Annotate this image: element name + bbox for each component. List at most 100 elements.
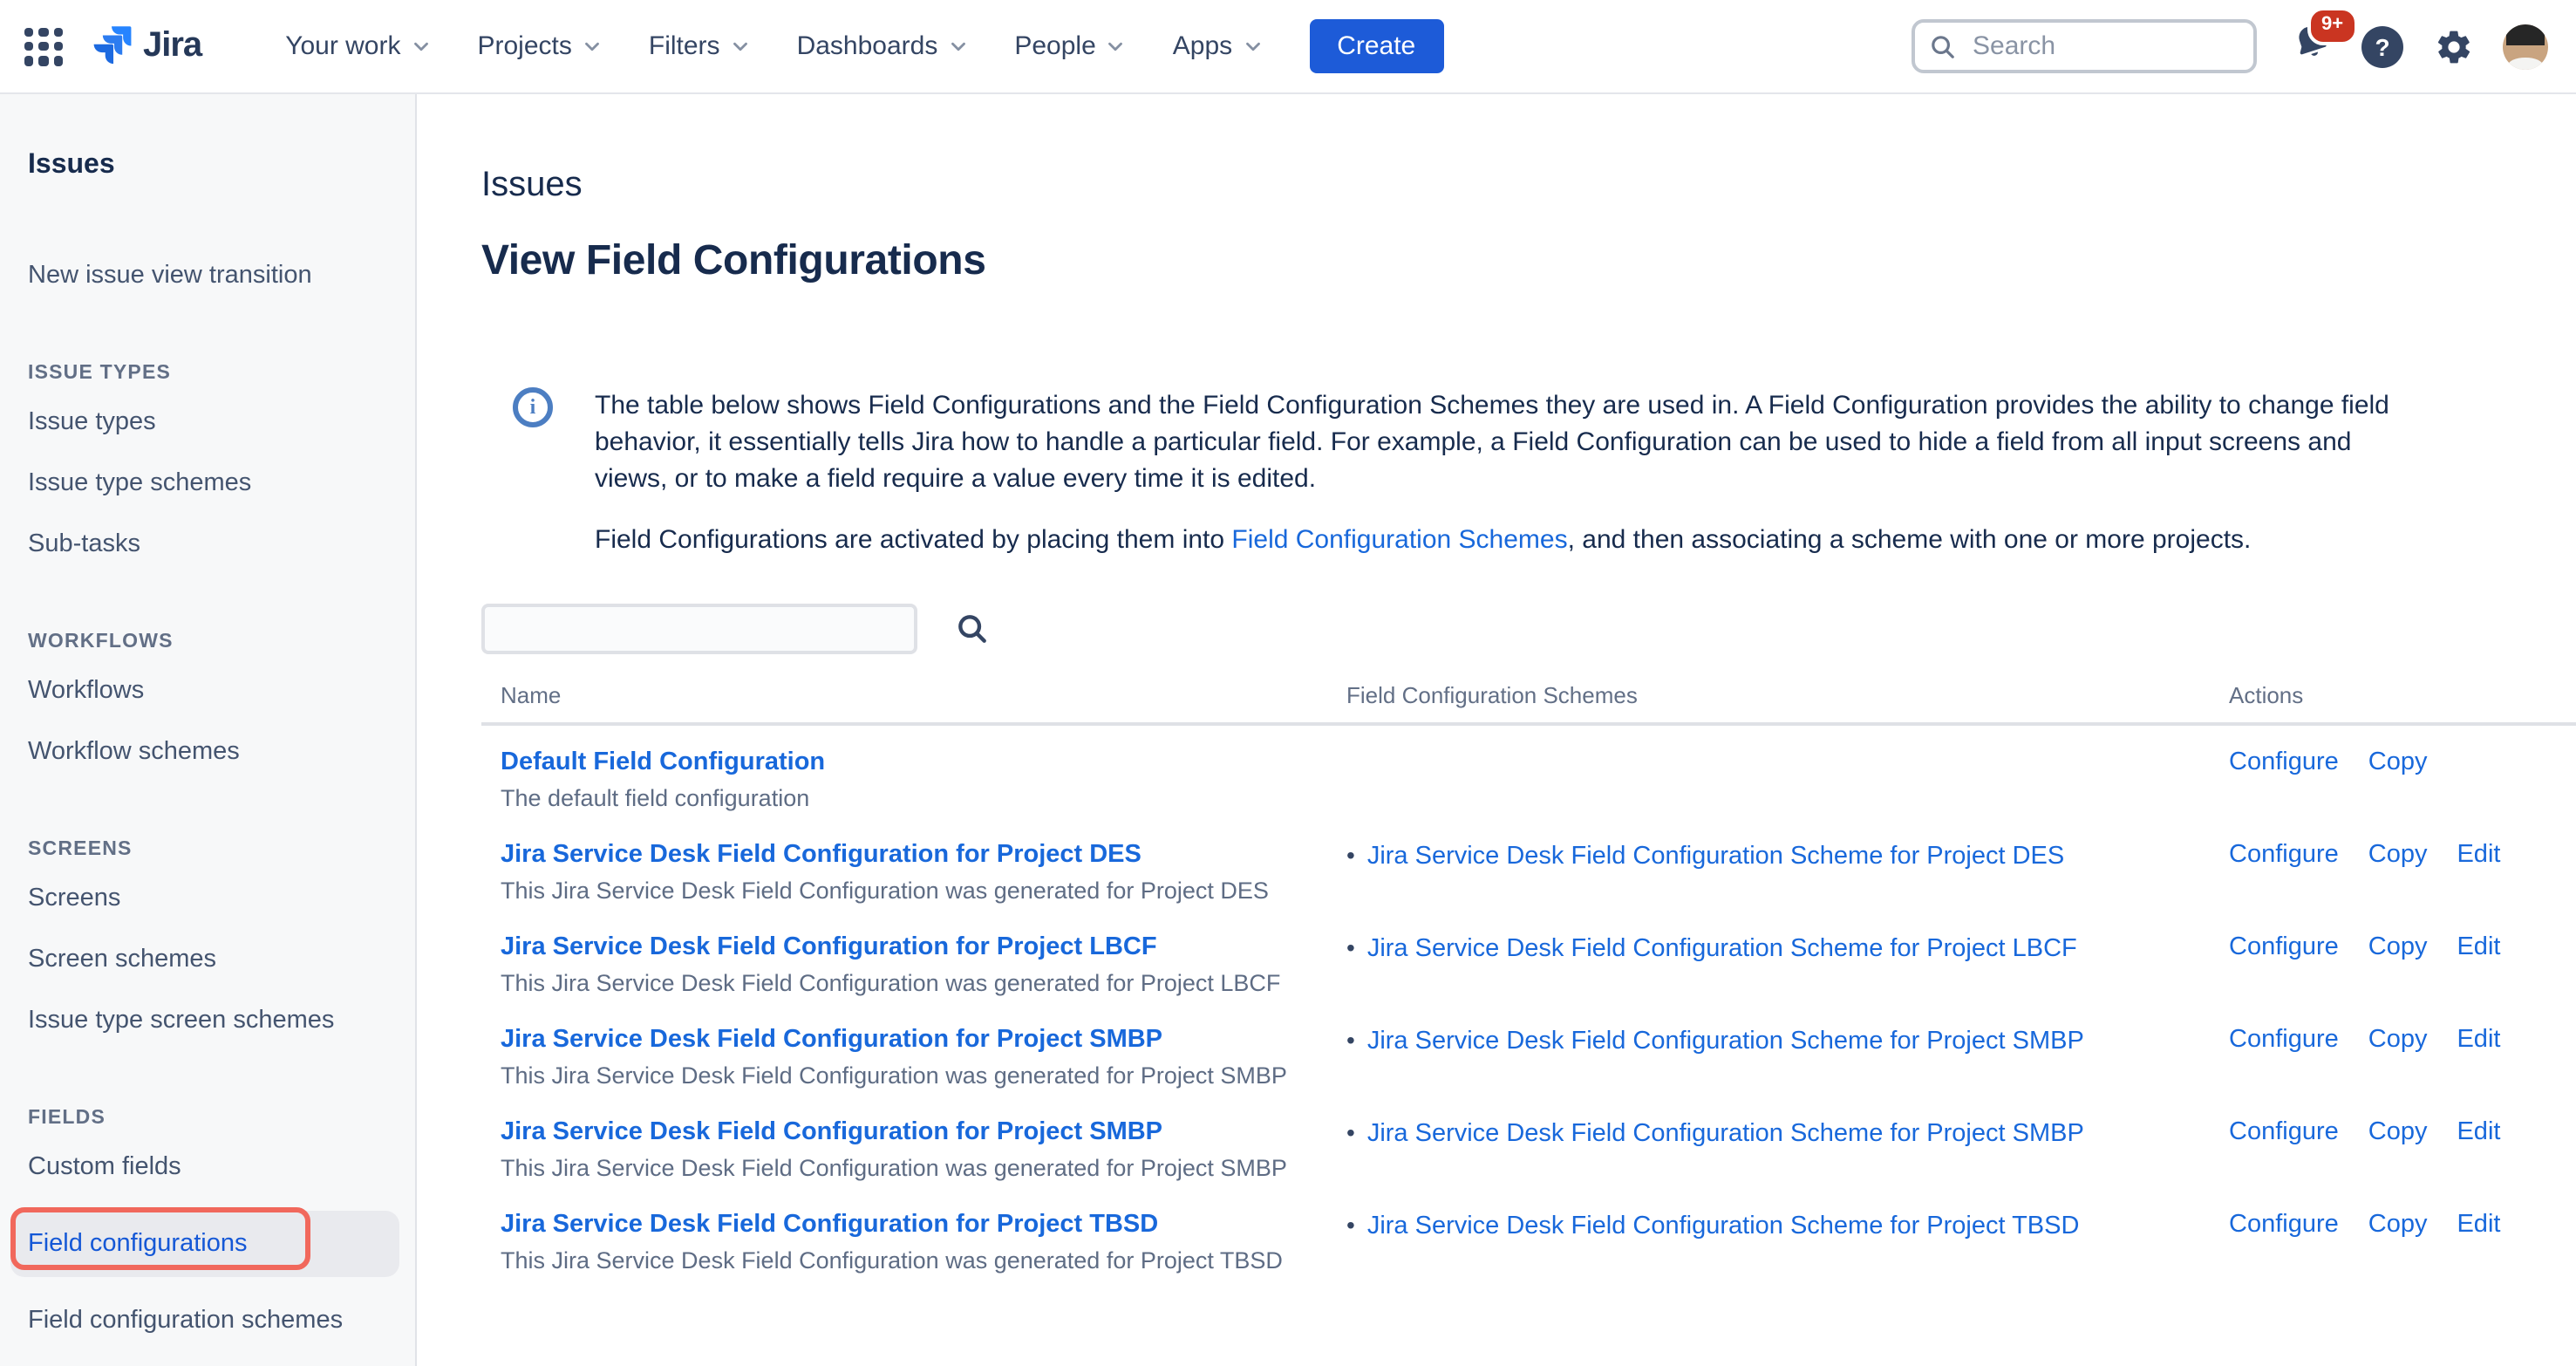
- nav-item-people[interactable]: People: [1014, 31, 1127, 61]
- sidebar-item-new-issue-view-transition[interactable]: New issue view transition: [28, 258, 415, 293]
- table-row: Jira Service Desk Field Configuration fo…: [481, 1003, 2576, 1096]
- edit-link[interactable]: Edit: [2457, 1024, 2500, 1096]
- table-filter-input[interactable]: [481, 604, 917, 654]
- sidebar-item-workflow-schemes[interactable]: Workflow schemes: [28, 734, 415, 769]
- avatar-hair: [2506, 24, 2545, 44]
- user-avatar[interactable]: [2503, 24, 2548, 69]
- admin-sidebar: Issues New issue view transition ISSUE T…: [0, 92, 417, 1366]
- chevron-down-icon: [729, 35, 752, 58]
- sidebar-item-screens[interactable]: Screens: [28, 881, 415, 916]
- nav-item-your-work[interactable]: Your work: [285, 31, 432, 61]
- nav-item-filters[interactable]: Filters: [649, 31, 752, 61]
- jira-admin-page: Jira Your work Projects Filters Dashboar…: [0, 0, 2576, 1366]
- filter-search-icon[interactable]: [956, 612, 989, 645]
- sidebar-item-issue-type-schemes[interactable]: Issue type schemes: [28, 466, 415, 501]
- nav-item-apps[interactable]: Apps: [1173, 31, 1264, 61]
- nav-item-projects[interactable]: Projects: [478, 31, 603, 61]
- configure-link[interactable]: Configure: [2229, 932, 2339, 1003]
- configure-link[interactable]: Configure: [2229, 839, 2339, 911]
- configure-link[interactable]: Configure: [2229, 1209, 2339, 1281]
- top-navigation: Jira Your work Projects Filters Dashboar…: [0, 0, 2576, 92]
- edit-link[interactable]: Edit: [2457, 1117, 2500, 1188]
- nav-item-label: Dashboards: [797, 31, 938, 61]
- bullet: •: [1346, 933, 1355, 961]
- field-configuration-description: The default field configuration: [501, 783, 1346, 813]
- configure-link[interactable]: Configure: [2229, 747, 2339, 818]
- field-configuration-link[interactable]: Jira Service Desk Field Configuration fo…: [501, 1117, 1162, 1148]
- scheme-link[interactable]: Jira Service Desk Field Configuration Sc…: [1367, 843, 2064, 871]
- notification-badge: 9+: [2307, 7, 2357, 45]
- scheme-link[interactable]: Jira Service Desk Field Configuration Sc…: [1367, 1028, 2084, 1055]
- field-configuration-description: This Jira Service Desk Field Configurati…: [501, 876, 1346, 905]
- table-row: Jira Service Desk Field Configuration fo…: [481, 1188, 2576, 1281]
- sidebar-item-workflows[interactable]: Workflows: [28, 673, 415, 708]
- copy-link[interactable]: Copy: [2368, 747, 2428, 818]
- chevron-down-icon: [1241, 35, 1264, 58]
- app-switcher-icon[interactable]: [24, 27, 63, 65]
- scheme-link[interactable]: Jira Service Desk Field Configuration Sc…: [1367, 1120, 2084, 1148]
- page-title: View Field Configurations: [481, 237, 986, 286]
- sidebar-item-issue-types[interactable]: Issue types: [28, 405, 415, 440]
- sidebar-item-field-configuration-schemes[interactable]: Field configuration schemes: [28, 1303, 415, 1338]
- table-header-row: Name Field Configuration Schemes Actions: [481, 682, 2576, 726]
- edit-link[interactable]: Edit: [2457, 1209, 2500, 1281]
- scheme-link[interactable]: Jira Service Desk Field Configuration Sc…: [1367, 1212, 2080, 1240]
- nav-item-dashboards[interactable]: Dashboards: [797, 31, 970, 61]
- sidebar-item-screen-schemes[interactable]: Screen schemes: [28, 942, 415, 977]
- field-configuration-link[interactable]: Jira Service Desk Field Configuration fo…: [501, 1024, 1162, 1055]
- bullet: •: [1346, 841, 1355, 869]
- field-configuration-description: This Jira Service Desk Field Configurati…: [501, 1153, 1346, 1183]
- chevron-down-icon: [581, 35, 603, 58]
- edit-link[interactable]: Edit: [2457, 839, 2500, 911]
- field-configuration-link[interactable]: Jira Service Desk Field Configuration fo…: [501, 932, 1157, 963]
- nav-item-label: People: [1014, 31, 1095, 61]
- field-configuration-description: This Jira Service Desk Field Configurati…: [501, 1061, 1346, 1090]
- table-row: Jira Service Desk Field Configuration fo…: [481, 1096, 2576, 1188]
- field-configuration-schemes-link[interactable]: Field Configuration Schemes: [1231, 525, 1567, 555]
- field-configuration-link[interactable]: Jira Service Desk Field Configuration fo…: [501, 839, 1141, 871]
- help-button[interactable]: ?: [2361, 25, 2403, 67]
- global-search[interactable]: [1912, 19, 2257, 73]
- sidebar-item-sub-tasks[interactable]: Sub-tasks: [28, 527, 415, 562]
- bullet: •: [1346, 1118, 1355, 1146]
- sidebar-item-custom-fields[interactable]: Custom fields: [28, 1150, 415, 1185]
- nav-item-label: Filters: [649, 31, 720, 61]
- jira-logo-icon: [91, 24, 134, 68]
- field-configuration-link[interactable]: Default Field Configuration: [501, 747, 825, 778]
- edit-link[interactable]: Edit: [2457, 932, 2500, 1003]
- column-header-name: Name: [481, 682, 1346, 708]
- info-paragraph-1: The table below shows Field Configuratio…: [595, 387, 2426, 497]
- global-search-input[interactable]: [1969, 30, 2239, 63]
- avatar-shirt: [2508, 57, 2543, 69]
- notifications-button[interactable]: 9+: [2292, 23, 2330, 70]
- table-row: Default Field Configuration The default …: [481, 726, 2576, 818]
- scheme-link[interactable]: Jira Service Desk Field Configuration Sc…: [1367, 935, 2077, 963]
- copy-link[interactable]: Copy: [2368, 1024, 2428, 1096]
- copy-link[interactable]: Copy: [2368, 932, 2428, 1003]
- nav-item-label: Projects: [478, 31, 572, 61]
- copy-link[interactable]: Copy: [2368, 1209, 2428, 1281]
- settings-button[interactable]: [2435, 27, 2473, 65]
- field-configuration-description: This Jira Service Desk Field Configurati…: [501, 968, 1346, 998]
- table-row: Jira Service Desk Field Configuration fo…: [481, 911, 2576, 1003]
- bullet: •: [1346, 1211, 1355, 1239]
- jira-logo[interactable]: Jira: [91, 24, 201, 68]
- column-header-schemes: Field Configuration Schemes: [1346, 682, 2229, 708]
- sidebar-title: Issues: [28, 147, 415, 185]
- create-button[interactable]: Create: [1309, 19, 1443, 73]
- section-label: Issues: [481, 166, 583, 206]
- sidebar-heading-screens: SCREENS: [28, 839, 415, 860]
- sidebar-item-issue-type-screen-schemes[interactable]: Issue type screen schemes: [28, 1003, 415, 1038]
- field-configuration-description: This Jira Service Desk Field Configurati…: [501, 1246, 1346, 1275]
- help-glyph: ?: [2375, 32, 2389, 60]
- chevron-down-icon: [410, 35, 433, 58]
- info-icon: i: [513, 387, 553, 427]
- configure-link[interactable]: Configure: [2229, 1117, 2339, 1188]
- bullet: •: [1346, 1026, 1355, 1054]
- configure-link[interactable]: Configure: [2229, 1024, 2339, 1096]
- copy-link[interactable]: Copy: [2368, 839, 2428, 911]
- copy-link[interactable]: Copy: [2368, 1117, 2428, 1188]
- field-configuration-link[interactable]: Jira Service Desk Field Configuration fo…: [501, 1209, 1158, 1240]
- sidebar-heading-fields: FIELDS: [28, 1108, 415, 1129]
- sidebar-item-field-configurations[interactable]: Field configurations: [10, 1211, 399, 1277]
